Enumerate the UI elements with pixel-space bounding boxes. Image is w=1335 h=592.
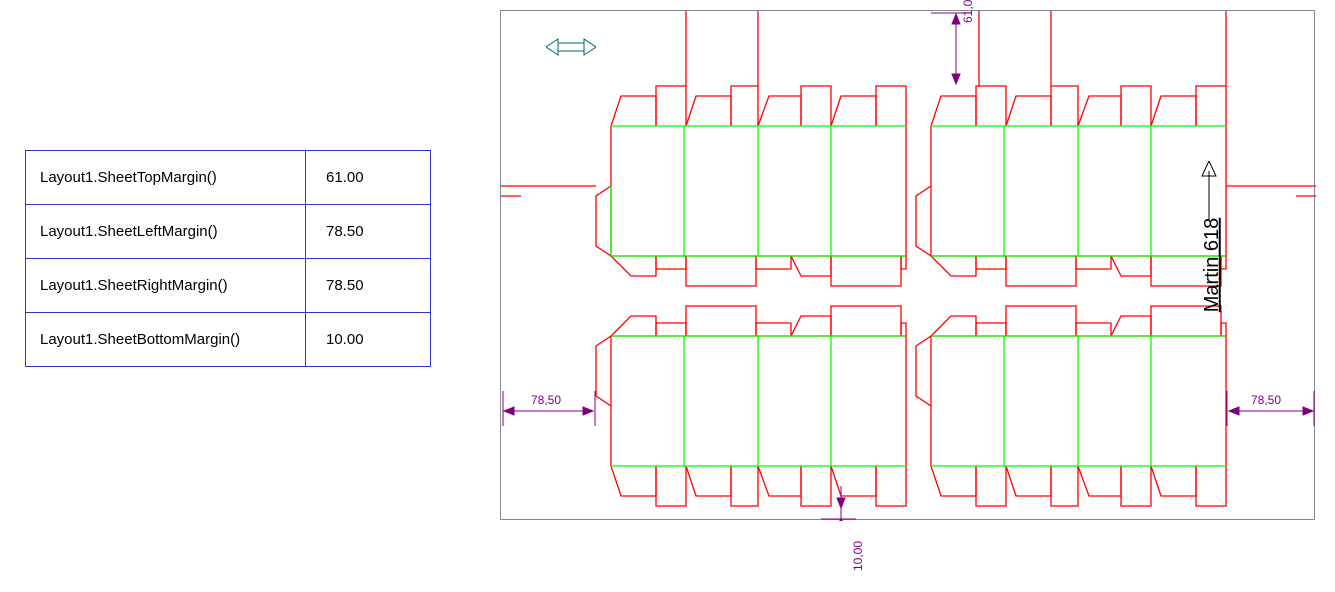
dimension-bottom: 10,00 (851, 541, 865, 571)
table-row: Layout1.SheetBottomMargin() 10.00 (26, 313, 431, 367)
margin-label: Layout1.SheetBottomMargin() (26, 313, 306, 367)
margin-value: 78.50 (306, 259, 431, 313)
dieline-layout (501, 11, 1316, 521)
table-row: Layout1.SheetTopMargin() 61.00 (26, 151, 431, 205)
margin-value: 10.00 (306, 313, 431, 367)
table-row: Layout1.SheetRightMargin() 78.50 (26, 259, 431, 313)
margin-value: 78.50 (306, 205, 431, 259)
feed-direction-arrow-icon (1199, 161, 1219, 221)
margin-label: Layout1.SheetTopMargin() (26, 151, 306, 205)
sheet-layout-drawing: 61,00 78,50 78,50 10,00 Martin 618 (500, 10, 1315, 520)
dimension-right: 78,50 (1251, 393, 1281, 407)
margin-table: Layout1.SheetTopMargin() 61.00 Layout1.S… (25, 150, 431, 367)
dimension-left: 78,50 (531, 393, 561, 407)
margin-label: Layout1.SheetLeftMargin() (26, 205, 306, 259)
table-row: Layout1.SheetLeftMargin() 78.50 (26, 205, 431, 259)
margin-value: 61.00 (306, 151, 431, 205)
machine-name-label: Martin 618 (1200, 218, 1223, 313)
dimension-top: 61,00 (961, 0, 975, 23)
margin-label: Layout1.SheetRightMargin() (26, 259, 306, 313)
